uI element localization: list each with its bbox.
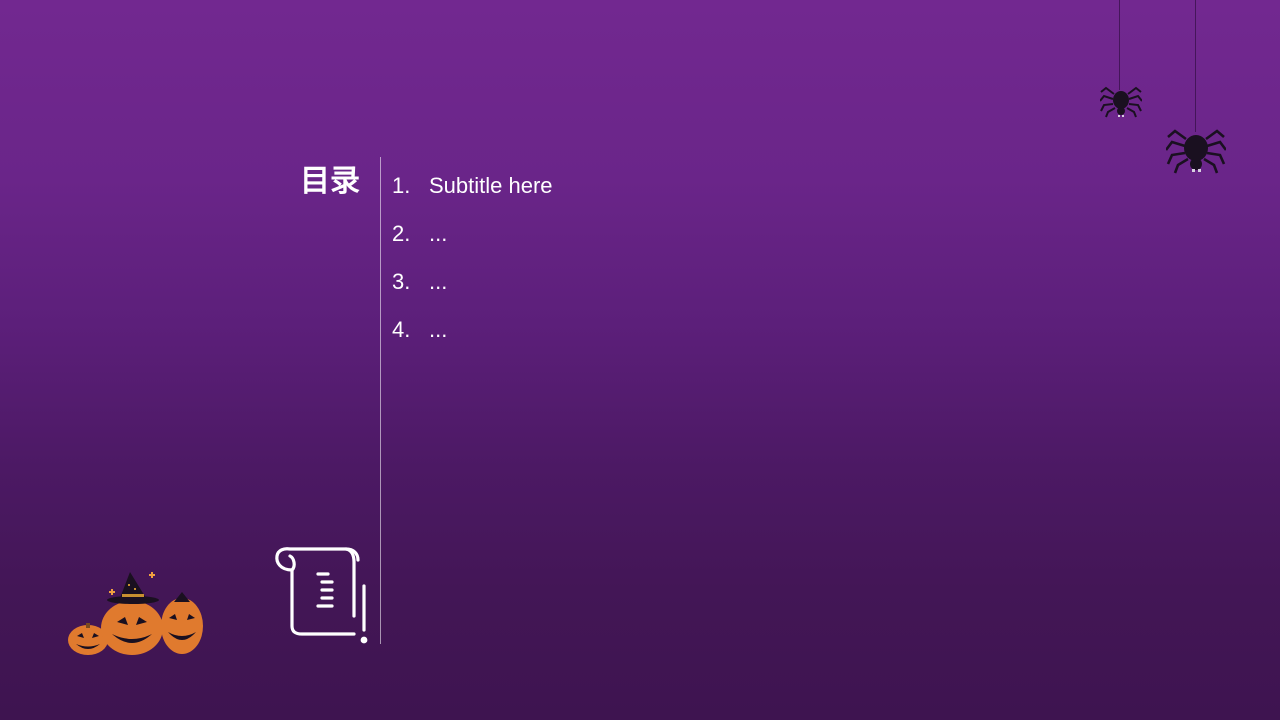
toc-title: 目录: [300, 164, 360, 199]
toc-item-number: 4.: [392, 317, 411, 342]
toc-item-number: 1.: [392, 173, 411, 198]
scroll-icon: [275, 547, 368, 644]
toc-item-3[interactable]: 3. ...: [392, 258, 553, 306]
spider-thread: [1195, 0, 1196, 132]
toc-item-4[interactable]: 4. ...: [392, 306, 553, 354]
toc-item-label: ...: [429, 317, 448, 342]
spider-icon: [1100, 86, 1142, 118]
divider: [380, 157, 381, 644]
toc-item-number: 2.: [392, 221, 411, 246]
spider-icon: [1166, 129, 1226, 174]
toc-item-label: ...: [429, 221, 448, 246]
toc-item-number: 3.: [392, 269, 411, 294]
toc-item-label: Subtitle here: [429, 173, 553, 198]
toc-item-label: ...: [429, 269, 448, 294]
toc-list: 1. Subtitle here 2. ... 3. ... 4. ...: [392, 162, 553, 354]
slide: 目录 1. Subtitle here 2. ... 3. ... 4. ...: [0, 0, 1280, 720]
jack-o-lantern-icon: [68, 572, 203, 655]
toc-item-2[interactable]: 2. ...: [392, 210, 553, 258]
toc-item-1[interactable]: 1. Subtitle here: [392, 162, 553, 210]
spider-thread: [1119, 0, 1120, 90]
